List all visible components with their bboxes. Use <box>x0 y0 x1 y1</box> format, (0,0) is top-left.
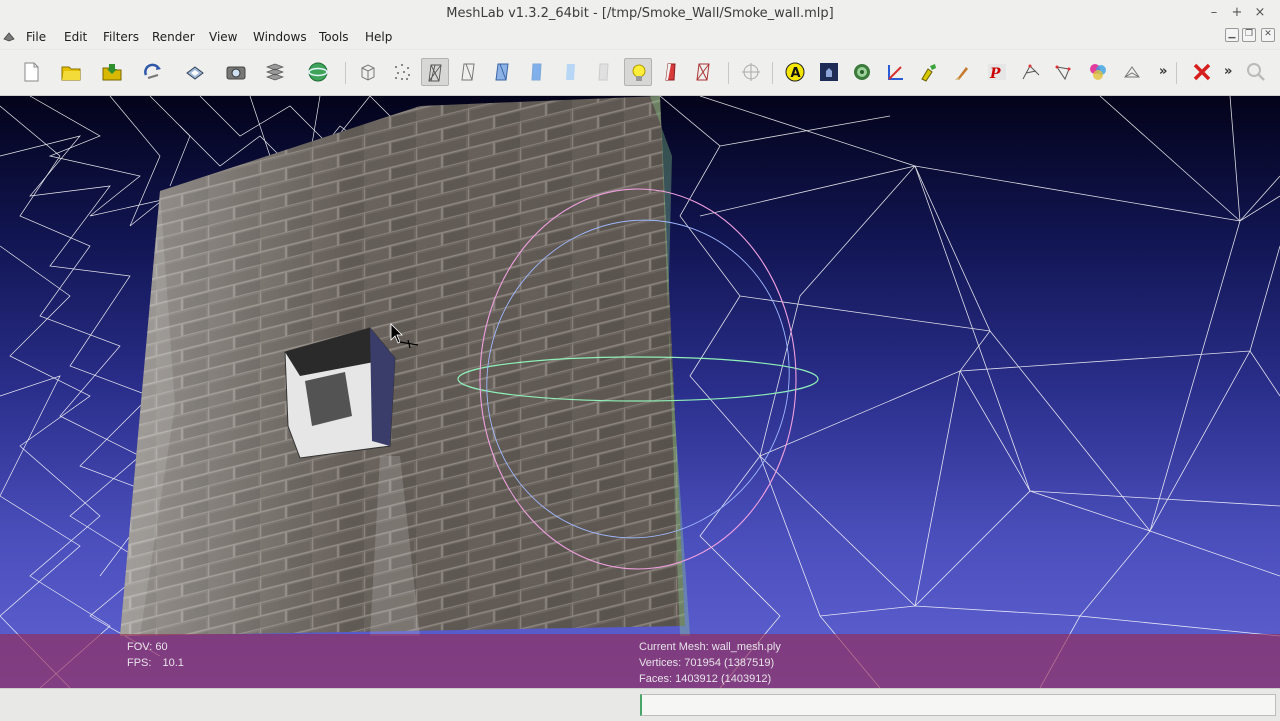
manipulator-icon[interactable] <box>737 58 765 86</box>
svg-text:A: A <box>791 66 801 81</box>
z-painting-icon[interactable] <box>1084 58 1112 86</box>
menu-view[interactable]: View <box>209 30 237 44</box>
current-mesh-name: wall_mesh.ply <box>711 641 781 653</box>
menu-windows[interactable]: Windows <box>253 30 307 44</box>
current-mesh-readout: Current Mesh: wall_mesh.ply <box>639 641 781 653</box>
fps-value: 10.1 <box>162 657 184 669</box>
smooth-icon[interactable] <box>557 58 585 86</box>
window-title-bar: MeshLab v1.3.2_64bit - [/tmp/Smoke_Wall/… <box>0 0 1280 28</box>
toolbar-overflow-button[interactable]: » <box>1159 64 1167 79</box>
menu-tools[interactable]: Tools <box>319 30 349 44</box>
toolbar-separator <box>772 62 773 84</box>
mdi-minimize-icon[interactable]: ▁ <box>1225 28 1239 42</box>
toolbar-separator <box>1176 62 1177 84</box>
main-toolbar: A P » » <box>0 50 1280 96</box>
menu-filters[interactable]: Filters <box>103 30 139 44</box>
annotation-a-icon[interactable]: A <box>781 58 809 86</box>
reload-icon[interactable] <box>139 58 167 86</box>
mesh-render <box>0 96 1280 688</box>
menu-render[interactable]: Render <box>152 30 195 44</box>
hidden-lines-icon[interactable] <box>455 58 483 86</box>
faces-value: 1403912 (1403912) <box>675 673 772 685</box>
menu-help[interactable]: Help <box>365 30 392 44</box>
progress-bar <box>640 694 1276 716</box>
meshlab-app-icon <box>3 32 15 42</box>
right-wireframe <box>659 96 1280 688</box>
close-window-button[interactable]: × <box>1252 5 1268 21</box>
backface-culling-icon[interactable] <box>690 58 718 86</box>
vertices-value: 701954 (1387519) <box>684 657 775 669</box>
measure-axes-icon[interactable] <box>882 58 910 86</box>
faces-readout: Faces: 1403912 (1403912) <box>639 673 771 685</box>
status-bar <box>0 688 1280 721</box>
globe-icon[interactable] <box>304 58 332 86</box>
maximize-button[interactable]: + <box>1229 5 1245 21</box>
points-icon[interactable] <box>388 58 416 86</box>
paint-brush-icon[interactable] <box>949 58 977 86</box>
search-icon[interactable] <box>1242 58 1270 86</box>
flat-icon[interactable] <box>523 58 551 86</box>
toolbar-overflow-button-2[interactable]: » <box>1224 64 1232 79</box>
window-title: MeshLab v1.3.2_64bit - [/tmp/Smoke_Wall/… <box>446 6 834 21</box>
bounding-box-icon[interactable] <box>354 58 382 86</box>
menu-file[interactable]: File <box>26 30 46 44</box>
fps-label: FPS: <box>127 657 152 669</box>
fov-value: 60 <box>155 641 168 653</box>
flat-lines-icon[interactable] <box>489 58 517 86</box>
save-icon[interactable] <box>181 58 209 86</box>
svg-text:P: P <box>989 66 1001 82</box>
wireframe-icon[interactable] <box>421 58 449 86</box>
select-vertices-icon[interactable] <box>1050 58 1078 86</box>
fps-readout: FPS: 10.1 <box>127 657 184 669</box>
mdi-close-icon[interactable]: ✕ <box>1261 28 1275 42</box>
align-icon[interactable] <box>1017 58 1045 86</box>
fov-label: FOV: <box>127 641 153 653</box>
menu-bar: File Edit Filters Render View Windows To… <box>0 27 1280 49</box>
layers-icon[interactable] <box>261 58 289 86</box>
toolbar-separator <box>345 62 346 84</box>
pick-points-icon[interactable]: P <box>983 58 1011 86</box>
snapshot-camera-icon[interactable] <box>222 58 250 86</box>
current-mesh-label: Current Mesh: <box>639 641 709 653</box>
open-folder-icon[interactable] <box>57 58 85 86</box>
minimize-button[interactable]: – <box>1206 5 1222 21</box>
paint-selection-icon[interactable] <box>848 58 876 86</box>
menu-edit[interactable]: Edit <box>64 30 87 44</box>
mdi-restore-icon[interactable]: ❐ <box>1242 28 1256 42</box>
info-overlay: FOV: 60 FPS: 10.1 Current Mesh: wall_mes… <box>0 634 1280 688</box>
delete-selection-icon[interactable] <box>1188 58 1216 86</box>
vertices-readout: Vertices: 701954 (1387519) <box>639 657 774 669</box>
texture-icon[interactable] <box>590 58 618 86</box>
vertex-color-icon[interactable] <box>915 58 943 86</box>
double-side-lighting-icon[interactable] <box>657 58 685 86</box>
wall-box <box>284 327 396 459</box>
vertices-label: Vertices: <box>639 657 682 669</box>
import-mesh-icon[interactable] <box>98 58 126 86</box>
toolbar-separator <box>728 62 729 84</box>
light-bulb-icon[interactable] <box>624 58 652 86</box>
3d-viewport[interactable]: FOV: 60 FPS: 10.1 Current Mesh: wall_mes… <box>0 96 1280 688</box>
select-connected-icon[interactable] <box>1118 58 1146 86</box>
faces-label: Faces: <box>639 673 673 685</box>
fov-readout: FOV: 60 <box>127 641 168 653</box>
trackball-icon[interactable] <box>815 58 843 86</box>
new-document-icon[interactable] <box>17 58 45 86</box>
